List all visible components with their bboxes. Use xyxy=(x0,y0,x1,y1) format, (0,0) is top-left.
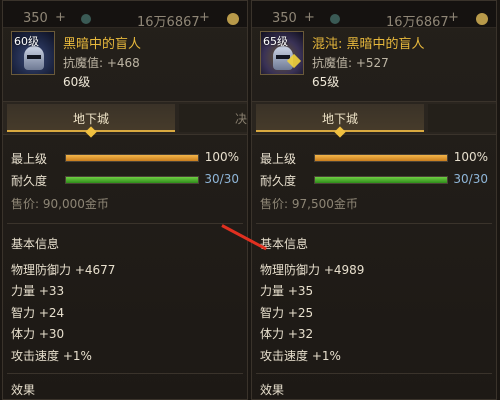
durability-bar xyxy=(314,176,448,184)
stat-physical-defense: 物理防御力 +4677 xyxy=(11,263,116,277)
effect-title: 效果 xyxy=(260,383,285,397)
durability-value: 30/30 xyxy=(204,172,239,186)
item-level: 60级 xyxy=(63,75,91,89)
tab-bar: 地下城 决 xyxy=(3,101,248,138)
currency-a-plus-button[interactable]: + xyxy=(304,10,315,25)
currency-b-value: 16万6867 xyxy=(386,15,449,30)
basic-info-title: 基本信息 xyxy=(260,237,309,251)
item-level: 65级 xyxy=(312,75,340,89)
tab-dungeon[interactable]: 地下城 xyxy=(256,104,424,138)
max-level-bar xyxy=(314,154,448,162)
stat-vitality: 体力 +30 xyxy=(11,327,65,341)
effect-title: 效果 xyxy=(11,383,36,397)
tab-next-label: 决 xyxy=(235,112,248,126)
max-level-fill xyxy=(66,155,198,161)
gem-icon xyxy=(330,14,340,24)
durability-label: 耐久度 xyxy=(11,174,48,188)
currency-b-plus-button[interactable]: + xyxy=(448,10,459,25)
tab-active-indicator-icon xyxy=(85,126,97,138)
stat-intelligence: 智力 +24 xyxy=(11,306,65,320)
basic-info-title: 基本信息 xyxy=(11,237,60,251)
sell-price: 售价: 97,500金币 xyxy=(260,197,358,211)
max-level-row: 最上级 100% xyxy=(260,149,496,167)
tab-next[interactable] xyxy=(428,104,496,132)
coin-icon xyxy=(476,13,488,25)
stat-strength: 力量 +35 xyxy=(260,284,314,298)
durability-value: 30/30 xyxy=(453,172,488,186)
currency-a-value: 350 xyxy=(23,11,48,26)
durability-fill xyxy=(66,177,198,183)
durability-bar xyxy=(65,176,199,184)
gem-icon xyxy=(81,14,91,24)
divider xyxy=(7,223,243,224)
tab-dungeon-label: 地下城 xyxy=(321,112,358,126)
divider xyxy=(7,373,243,374)
durability-row: 耐久度 30/30 xyxy=(11,171,247,189)
stat-physical-defense: 物理防御力 +4989 xyxy=(260,263,365,277)
max-level-label: 最上级 xyxy=(11,152,48,166)
currency-a-value: 350 xyxy=(272,11,297,26)
stat-vitality: 体力 +32 xyxy=(260,327,314,341)
max-level-row: 最上级 100% xyxy=(11,149,247,167)
tab-dungeon[interactable]: 地下城 xyxy=(7,104,175,138)
stat-intelligence: 智力 +25 xyxy=(260,306,314,320)
resist-value: 抗魔值: +527 xyxy=(312,56,389,70)
max-level-label: 最上级 xyxy=(260,152,297,166)
currency-b-plus-button[interactable]: + xyxy=(199,10,210,25)
currency-a-plus-button[interactable]: + xyxy=(55,10,66,25)
item-level-badge: 65级 xyxy=(263,35,288,48)
max-level-bar xyxy=(65,154,199,162)
currency-bar: 350 + 16万6867 + xyxy=(252,1,496,30)
max-level-fill xyxy=(315,155,447,161)
coin-icon xyxy=(227,13,239,25)
tab-active-indicator-icon xyxy=(334,126,346,138)
item-tooltip-right: 350 + 16万6867 + 65级 混沌: 黑暗中的盲人 抗魔值: +527… xyxy=(251,0,497,400)
tab-bar: 地下城 xyxy=(252,101,496,138)
stat-attack-speed: 攻击速度 +1% xyxy=(11,349,92,363)
currency-bar: 350 + 16万6867 + xyxy=(3,1,247,30)
divider xyxy=(256,373,492,374)
item-name: 黑暗中的盲人 xyxy=(63,37,142,52)
item-helmet-icon: 60级 xyxy=(11,31,55,75)
durability-row: 耐久度 30/30 xyxy=(260,171,496,189)
item-tooltip-left: 350 + 16万6867 + 60级 黑暗中的盲人 抗魔值: +468 60级… xyxy=(2,0,248,400)
durability-fill xyxy=(315,177,447,183)
helmet-visor xyxy=(27,55,41,59)
resist-value: 抗魔值: +468 xyxy=(63,56,140,70)
durability-label: 耐久度 xyxy=(260,174,297,188)
item-helmet-icon: 65级 xyxy=(260,31,304,75)
sell-price: 售价: 90,000金币 xyxy=(11,197,109,211)
divider xyxy=(256,223,492,224)
item-level-badge: 60级 xyxy=(14,35,39,48)
stat-attack-speed: 攻击速度 +1% xyxy=(260,349,341,363)
max-level-value: 100% xyxy=(204,150,239,164)
tab-dungeon-label: 地下城 xyxy=(72,112,109,126)
item-name: 混沌: 黑暗中的盲人 xyxy=(312,37,425,52)
stat-strength: 力量 +33 xyxy=(11,284,65,298)
max-level-value: 100% xyxy=(453,150,488,164)
currency-b-value: 16万6867 xyxy=(137,15,200,30)
